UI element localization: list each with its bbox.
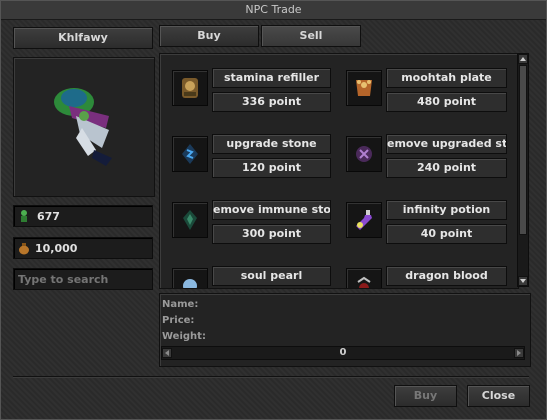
gold-field: 10,000 bbox=[13, 237, 153, 259]
item-list-scrollbar[interactable] bbox=[517, 53, 529, 287]
outfit-preview bbox=[13, 57, 155, 197]
item-price: 336 point bbox=[212, 92, 331, 112]
list-item[interactable]: moohtah plate 480 point bbox=[342, 64, 512, 114]
list-item[interactable]: emove upgraded stor 240 point bbox=[342, 130, 512, 180]
soul-pearl-icon bbox=[172, 268, 208, 288]
list-item[interactable]: upgrade stone 120 point bbox=[168, 130, 333, 180]
scroll-down-arrow-icon[interactable] bbox=[518, 276, 528, 286]
weight-label: Weight: bbox=[162, 331, 206, 342]
buy-button[interactable]: Buy bbox=[394, 385, 457, 407]
item-name: moohtah plate bbox=[386, 68, 507, 88]
remove-upgraded-stone-icon bbox=[346, 136, 382, 172]
item-price: 40 point bbox=[386, 224, 507, 244]
scroll-thumb[interactable] bbox=[519, 65, 527, 235]
amount-slider[interactable]: 0 bbox=[161, 346, 525, 360]
list-item[interactable]: soul pearl bbox=[168, 262, 333, 288]
price-label: Price: bbox=[162, 315, 195, 326]
stamina-refiller-icon bbox=[172, 70, 208, 106]
slider-right-arrow-icon[interactable] bbox=[514, 348, 524, 358]
item-name: emove upgraded stor bbox=[386, 134, 507, 154]
item-name: upgrade stone bbox=[212, 134, 331, 154]
item-name: emove immune ston bbox=[212, 200, 331, 220]
tab-sell[interactable]: Sell bbox=[261, 25, 361, 47]
item-name: dragon blood bbox=[386, 266, 507, 286]
scroll-up-arrow-icon[interactable] bbox=[518, 54, 528, 64]
dragon-blood-icon bbox=[346, 268, 382, 288]
close-button[interactable]: Close bbox=[467, 385, 530, 407]
player-name: Khlfawy bbox=[13, 27, 153, 49]
item-name: stamina refiller bbox=[212, 68, 331, 88]
player-outfit-sprite bbox=[54, 88, 112, 166]
npc-trade-window: NPC Trade Khlfawy Buy Sell 677 10,000 Ty… bbox=[0, 0, 547, 420]
item-list: stamina refiller 336 point moohtah plate… bbox=[159, 53, 519, 289]
list-item[interactable]: stamina refiller 336 point bbox=[168, 64, 333, 114]
capacity-value: 677 bbox=[37, 210, 60, 223]
upgrade-stone-icon bbox=[172, 136, 208, 172]
item-name: infinity potion bbox=[386, 200, 507, 220]
tab-buy[interactable]: Buy bbox=[159, 25, 259, 47]
item-price: 120 point bbox=[212, 158, 331, 178]
capacity-icon bbox=[17, 209, 31, 223]
list-item[interactable]: dragon blood bbox=[342, 262, 512, 288]
capacity-field: 677 bbox=[13, 205, 153, 227]
gold-bag-icon bbox=[17, 241, 31, 255]
remove-immune-stone-icon bbox=[172, 202, 208, 238]
search-input[interactable] bbox=[13, 268, 153, 290]
footer-divider bbox=[13, 376, 529, 378]
item-name: soul pearl bbox=[212, 266, 331, 286]
item-price: 480 point bbox=[386, 92, 507, 112]
list-item[interactable]: emove immune ston 300 point bbox=[168, 196, 333, 246]
item-price: 240 point bbox=[386, 158, 507, 178]
item-price: 300 point bbox=[212, 224, 331, 244]
infinity-potion-icon bbox=[346, 202, 382, 238]
gold-value: 10,000 bbox=[35, 242, 78, 255]
list-item[interactable]: infinity potion 40 point bbox=[342, 196, 512, 246]
amount-value: 0 bbox=[339, 347, 347, 358]
name-label: Name: bbox=[162, 299, 199, 310]
moohtah-plate-icon bbox=[346, 70, 382, 106]
window-title: NPC Trade bbox=[1, 1, 546, 20]
